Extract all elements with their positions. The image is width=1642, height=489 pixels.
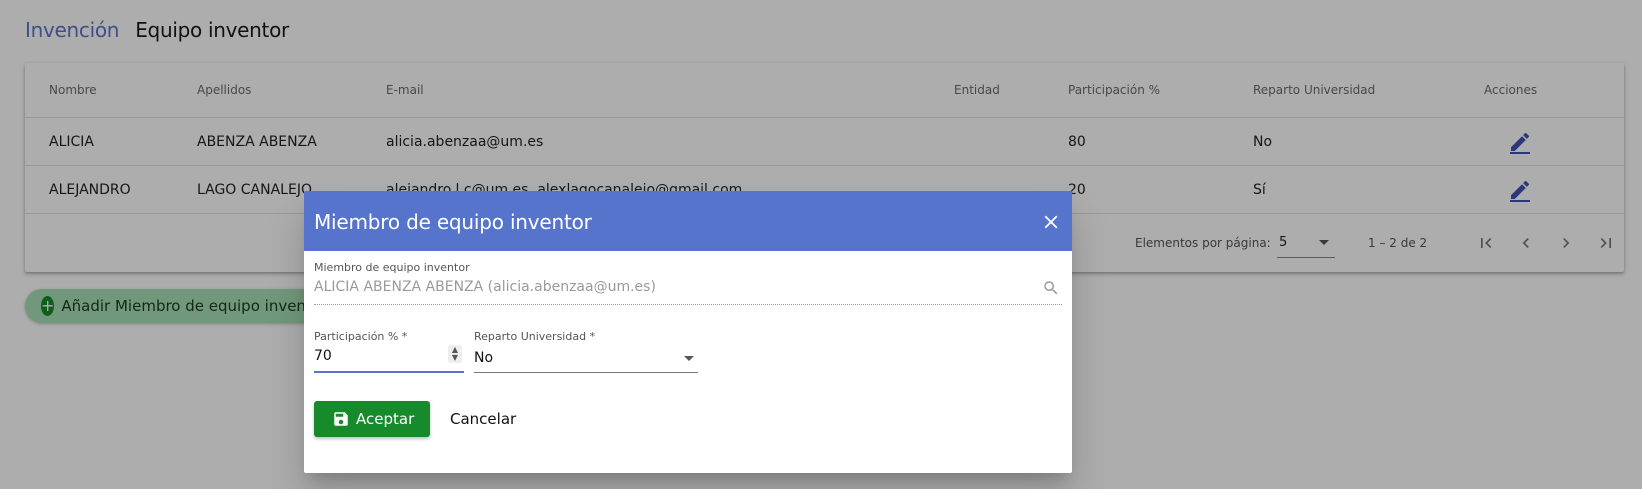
dialog-title: Miembro de equipo inventor	[314, 210, 592, 234]
reparto-label: Reparto Universidad *	[474, 330, 596, 343]
member-dialog: Miembro de equipo inventor Miembro de eq…	[304, 191, 1072, 473]
participation-input[interactable]	[314, 343, 434, 369]
search-icon[interactable]	[1042, 279, 1060, 297]
number-spinner[interactable]: ▲ ▼	[448, 345, 462, 363]
close-button[interactable]	[1038, 209, 1064, 235]
member-field-value: ALICIA ABENZA ABENZA (alicia.abenzaa@um.…	[314, 279, 656, 295]
close-icon	[1044, 215, 1058, 229]
save-icon	[334, 412, 348, 426]
participation-field[interactable]: ▲ ▼	[314, 343, 464, 373]
participation-label: Participación % *	[314, 330, 408, 343]
dialog-header: Miembro de equipo inventor	[304, 191, 1072, 251]
spinner-down-icon[interactable]: ▼	[452, 354, 458, 362]
reparto-value: No	[474, 349, 494, 366]
dropdown-arrow-icon	[684, 356, 694, 361]
accept-button[interactable]: Aceptar	[314, 401, 430, 437]
reparto-select[interactable]: No	[474, 343, 698, 373]
accept-label: Aceptar	[356, 410, 415, 428]
cancel-label: Cancelar	[450, 410, 517, 428]
member-search-field[interactable]: ALICIA ABENZA ABENZA (alicia.abenzaa@um.…	[314, 271, 1062, 305]
cancel-button[interactable]: Cancelar	[450, 401, 516, 437]
